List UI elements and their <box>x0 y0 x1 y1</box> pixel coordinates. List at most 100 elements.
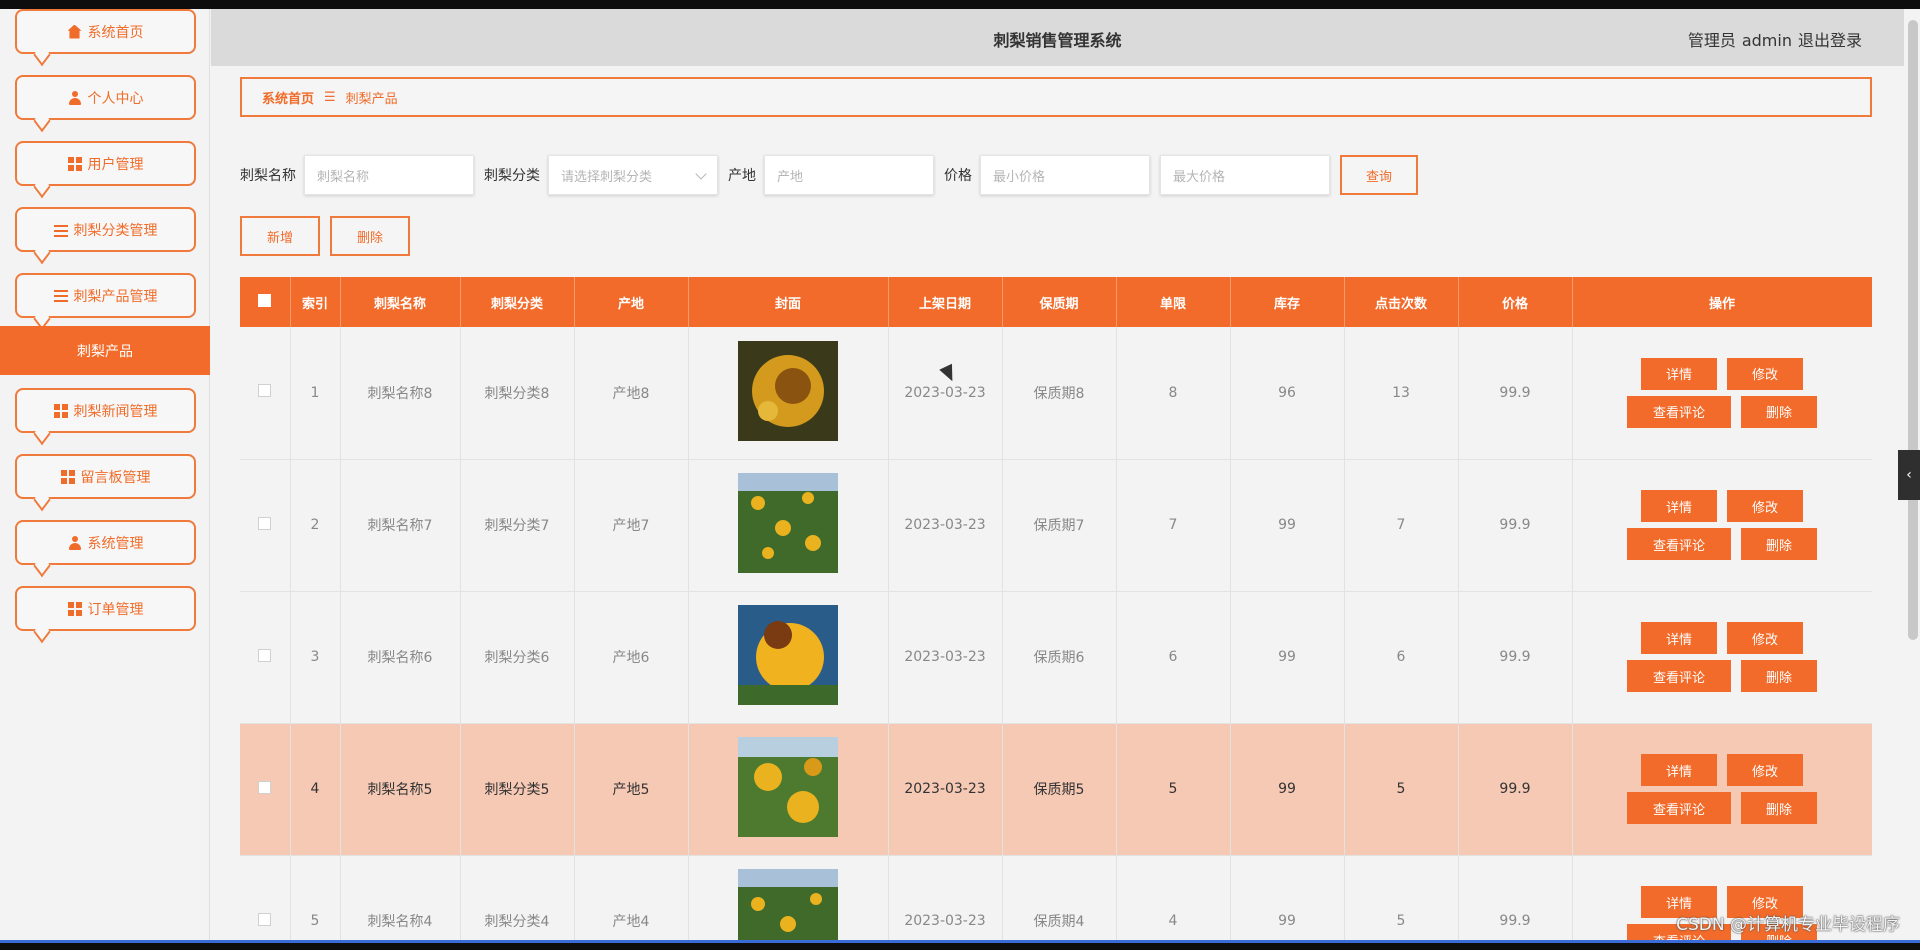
edit-button[interactable]: 修改 <box>1727 622 1803 654</box>
user-area: 管理员 admin 退出登录 <box>1682 27 1862 51</box>
breadcrumb-current: 刺梨产品 <box>345 91 398 107</box>
table-actions: 新增 删除 <box>240 216 420 256</box>
cell-clicks: 5 <box>1344 723 1459 856</box>
detail-button[interactable]: 详情 <box>1641 754 1717 786</box>
cell-price: 99.9 <box>1458 855 1573 941</box>
cell-date: 2023-03-23 <box>888 723 1003 856</box>
delete-button[interactable]: 删除 <box>1741 660 1817 692</box>
page-scrollbar[interactable] <box>1906 20 1920 640</box>
cover-image <box>738 869 838 941</box>
view-comments-button[interactable]: 查看评论 <box>1627 792 1731 824</box>
delete-button[interactable]: 删除 <box>1741 395 1817 428</box>
table-row[interactable]: 1 刺梨名称8 刺梨分类8 产地8 2023-03-23 保质期8 8 96 1… <box>240 327 1872 460</box>
view-comments-button[interactable]: 查看评论 <box>1627 660 1731 692</box>
delete-button[interactable]: 删除 <box>1741 528 1817 560</box>
column-header: 索引 <box>290 277 341 327</box>
name-search-input[interactable]: 刺梨名称 <box>304 155 474 195</box>
min-price-input[interactable]: 最小价格 <box>980 155 1150 195</box>
cell-stock: 99 <box>1230 855 1345 941</box>
watermark: CSDN @计算机专业毕设程序 <box>1676 915 1900 935</box>
column-header: 产地 <box>574 277 689 327</box>
breadcrumb-home[interactable]: 系统首页 <box>262 88 314 107</box>
sidebar-item-label: 用户管理 <box>87 156 144 173</box>
view-comments-button[interactable]: 查看评论 <box>1627 528 1731 560</box>
cell-name: 刺梨名称7 <box>340 459 461 592</box>
sidebar-item-system-management[interactable]: 系统管理 <box>15 520 196 578</box>
scrollbar-thumb[interactable] <box>1908 20 1918 640</box>
sidebar-item-label: 系统首页 <box>87 24 144 41</box>
category-placeholder: 请选择刺梨分类 <box>561 169 653 185</box>
edit-button[interactable]: 修改 <box>1727 357 1803 390</box>
sidebar-item-home[interactable]: 系统首页 <box>15 9 196 67</box>
sidebar-item-personal-center[interactable]: 个人中心 <box>15 75 196 133</box>
column-header: 操作 <box>1572 277 1872 327</box>
view-comments-button[interactable]: 查看评论 <box>1627 395 1731 428</box>
max-price-input[interactable]: 最大价格 <box>1160 155 1330 195</box>
cell-limit: 7 <box>1116 459 1231 592</box>
detail-button[interactable]: 详情 <box>1641 622 1717 654</box>
category-select[interactable]: 请选择刺梨分类 <box>548 155 718 195</box>
sidebar-item-label: 留言板管理 <box>80 469 151 486</box>
table-row[interactable]: 4 刺梨名称5 刺梨分类5 产地5 2023-03-23 保质期5 5 99 5… <box>240 723 1872 856</box>
cell-name: 刺梨名称4 <box>340 855 461 941</box>
grid-icon <box>53 403 68 418</box>
cell-origin: 产地6 <box>574 591 689 724</box>
cell-clicks: 13 <box>1344 327 1459 460</box>
menu-icon: ☰ <box>324 89 336 105</box>
row-actions: 详情修改查看评论删除 <box>1627 622 1817 692</box>
sidebar-item-category-management[interactable]: 刺梨分类管理 <box>15 207 196 265</box>
cell-index: 3 <box>290 591 341 724</box>
select-all-cell <box>240 277 291 327</box>
sidebar-subitem-products[interactable]: 刺梨产品 <box>0 326 210 375</box>
row-checkbox[interactable] <box>258 780 272 794</box>
top-bar: 刺梨销售管理系统 管理员 admin 退出登录 <box>211 9 1904 66</box>
cell-category: 刺梨分类4 <box>460 855 575 941</box>
row-checkbox[interactable] <box>258 384 272 398</box>
bulk-delete-button[interactable]: 删除 <box>330 216 410 256</box>
cell-date: 2023-03-23 <box>888 459 1003 592</box>
row-checkbox[interactable] <box>258 912 272 926</box>
cell-limit: 8 <box>1116 327 1231 460</box>
cell-shelf-life: 保质期8 <box>1002 327 1117 460</box>
user-role: 管理员 <box>1687 31 1736 50</box>
sidebar-item-message-board[interactable]: 留言板管理 <box>15 454 196 512</box>
cell-category: 刺梨分类6 <box>460 591 575 724</box>
delete-button[interactable]: 删除 <box>1741 792 1817 824</box>
collapse-panel-button[interactable]: ‹ <box>1898 450 1920 500</box>
table-row[interactable]: 3 刺梨名称6 刺梨分类6 产地6 2023-03-23 保质期6 6 99 6… <box>240 591 1872 724</box>
cell-shelf-life: 保质期7 <box>1002 459 1117 592</box>
min-price-placeholder: 最小价格 <box>993 169 1046 185</box>
cell-stock: 96 <box>1230 327 1345 460</box>
logout-link[interactable]: 退出登录 <box>1798 31 1862 50</box>
cell-origin: 产地5 <box>574 723 689 856</box>
select-all-checkbox[interactable] <box>258 293 272 307</box>
detail-button[interactable]: 详情 <box>1641 490 1717 522</box>
app-title: 刺梨销售管理系统 <box>993 31 1122 50</box>
cover-image <box>738 605 838 705</box>
cell-origin: 产地7 <box>574 459 689 592</box>
sidebar-item-user-management[interactable]: 用户管理 <box>15 141 196 199</box>
cell-origin: 产地4 <box>574 855 689 941</box>
sidebar-item-product-management[interactable]: 刺梨产品管理 <box>15 273 196 331</box>
sidebar-item-label: 刺梨分类管理 <box>73 222 158 239</box>
sidebar-item-order-management[interactable]: 订单管理 <box>15 586 196 644</box>
origin-search-input[interactable]: 产地 <box>764 155 934 195</box>
cell-limit: 5 <box>1116 723 1231 856</box>
grid-icon <box>67 156 82 171</box>
row-actions: 详情修改查看评论删除 <box>1627 754 1817 824</box>
add-button[interactable]: 新增 <box>240 216 320 256</box>
cell-stock: 99 <box>1230 459 1345 592</box>
query-button[interactable]: 查询 <box>1340 155 1418 195</box>
chevron-left-icon: ‹ <box>1906 467 1912 483</box>
name-label: 刺梨名称 <box>240 168 296 184</box>
row-checkbox[interactable] <box>258 648 272 662</box>
table-row[interactable]: 2 刺梨名称7 刺梨分类7 产地7 2023-03-23 保质期7 7 99 7… <box>240 459 1872 592</box>
sidebar-item-news-management[interactable]: 刺梨新闻管理 <box>15 388 196 446</box>
row-checkbox[interactable] <box>258 516 272 530</box>
sidebar-item-label: 刺梨产品管理 <box>73 288 158 305</box>
row-actions: 详情修改查看评论删除 <box>1627 490 1817 560</box>
edit-button[interactable]: 修改 <box>1727 490 1803 522</box>
detail-button[interactable]: 详情 <box>1641 357 1717 390</box>
table-row[interactable]: 5 刺梨名称4 刺梨分类4 产地4 2023-03-23 保质期4 4 99 5… <box>240 855 1872 941</box>
edit-button[interactable]: 修改 <box>1727 754 1803 786</box>
